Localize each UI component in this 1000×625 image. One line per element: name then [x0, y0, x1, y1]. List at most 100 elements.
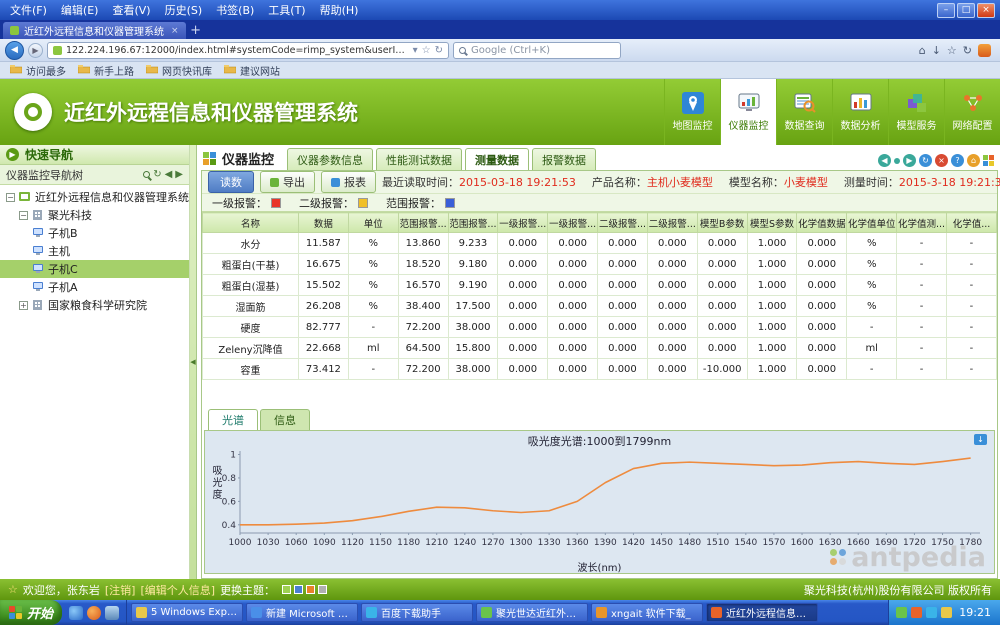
- maximize-button[interactable]: □: [957, 3, 975, 18]
- app-nav-model[interactable]: 模型服务: [888, 79, 944, 145]
- theme-swatch[interactable]: [282, 585, 291, 594]
- tab-instrument-params[interactable]: 仪器参数信息: [287, 148, 373, 170]
- task-button[interactable]: 近红外远程信息和...: [706, 603, 818, 622]
- tree-item[interactable]: 子机B: [0, 224, 189, 242]
- chart-tools-icon[interactable]: ↓: [974, 434, 987, 445]
- edit-profile-link[interactable]: [编辑个人信息]: [140, 582, 215, 598]
- export-button[interactable]: 导出: [260, 171, 315, 193]
- tab-alarm-data[interactable]: 报警数据: [532, 148, 596, 170]
- search-box[interactable]: Google (Ctrl+K): [453, 42, 621, 59]
- tree-item[interactable]: +国家粮食科学研究院: [0, 296, 189, 314]
- downloads-icon[interactable]: ↓: [932, 44, 941, 57]
- tray-icon[interactable]: [896, 607, 907, 618]
- portal-close-icon[interactable]: ×: [935, 154, 948, 167]
- table-row[interactable]: 粗蛋白(湿基)15.502%16.5709.1900.0000.0000.000…: [203, 275, 997, 296]
- new-tab-button[interactable]: +: [186, 22, 206, 39]
- tray-icon[interactable]: [926, 607, 937, 618]
- dropdown-icon[interactable]: ▾: [413, 45, 418, 56]
- tray-icon[interactable]: [941, 607, 952, 618]
- portal-refresh-icon[interactable]: ↻: [919, 154, 932, 167]
- menu-item[interactable]: 历史(S): [158, 2, 210, 18]
- reload-icon[interactable]: ↻: [435, 45, 443, 56]
- tree-item[interactable]: 主机: [0, 242, 189, 260]
- value-cell: -: [897, 296, 947, 317]
- portal-home-icon[interactable]: ⌂: [967, 154, 980, 167]
- task-button[interactable]: 聚光世达近红外分...: [476, 603, 588, 622]
- show-desktop-icon[interactable]: [105, 606, 119, 620]
- browser-tab[interactable]: 近红外远程信息和仪器管理系统 ×: [3, 22, 186, 39]
- bookmark-item[interactable]: 网页快讯库: [146, 63, 212, 78]
- task-button[interactable]: 5 Windows Explorer: [131, 603, 243, 622]
- task-button[interactable]: 新建 Microsoft W...: [246, 603, 358, 622]
- tree-search-icon[interactable]: [143, 171, 150, 178]
- menu-item[interactable]: 工具(T): [261, 2, 312, 18]
- tab-spectrum[interactable]: 光谱: [208, 409, 258, 430]
- tree-item[interactable]: −聚光科技: [0, 206, 189, 224]
- bookmark-star-icon[interactable]: ☆: [422, 45, 431, 56]
- level2-alarm-swatch: [358, 198, 368, 208]
- value-cell: 0.000: [548, 317, 598, 338]
- table-row[interactable]: 水分11.587%13.8609.2330.0000.0000.0000.000…: [203, 233, 997, 254]
- report-button[interactable]: 报表: [321, 171, 376, 193]
- theme-swatch[interactable]: [306, 585, 315, 594]
- home-icon[interactable]: ⌂: [919, 44, 926, 57]
- table-row[interactable]: 湿面筋26.208%38.40017.5000.0000.0000.0000.0…: [203, 296, 997, 317]
- task-button[interactable]: 百度下载助手: [361, 603, 473, 622]
- ie-icon[interactable]: [69, 606, 83, 620]
- menu-item[interactable]: 书签(B): [209, 2, 261, 18]
- theme-swatch[interactable]: [318, 585, 327, 594]
- logout-link[interactable]: [注销]: [105, 582, 136, 598]
- app-nav-query[interactable]: 数据查询: [776, 79, 832, 145]
- portal-help-icon[interactable]: ?: [951, 154, 964, 167]
- table-row[interactable]: 容重73.412-72.20038.0000.0000.0000.0000.00…: [203, 359, 997, 380]
- bookmark-item[interactable]: 访问最多: [10, 63, 66, 78]
- app-nav-map[interactable]: 地图监控: [664, 79, 720, 145]
- address-bar[interactable]: 122.224.196.67:12000/index.html#systemCo…: [47, 42, 449, 59]
- minimize-button[interactable]: –: [937, 3, 955, 18]
- tree-toggle-icon[interactable]: +: [19, 301, 28, 310]
- theme-label: 更换主题：: [220, 582, 275, 598]
- tree-item-label: 子机B: [48, 225, 78, 241]
- tab-info[interactable]: 信息: [260, 409, 310, 430]
- tree-next-icon[interactable]: ▶: [175, 169, 183, 180]
- tab-close-icon[interactable]: ×: [171, 26, 179, 36]
- start-button[interactable]: 开始: [0, 600, 62, 625]
- bookmark-item[interactable]: 新手上路: [78, 63, 134, 78]
- quick-nav-bar[interactable]: ▶ 快速导航: [0, 145, 189, 165]
- tree-item[interactable]: −近红外远程信息和仪器管理系统: [0, 188, 189, 206]
- back-button[interactable]: ◀: [5, 41, 24, 60]
- tree-prev-icon[interactable]: ◀: [165, 169, 173, 180]
- table-row[interactable]: 粗蛋白(干基)16.675%18.5209.1800.0000.0000.000…: [203, 254, 997, 275]
- tab-performance-test[interactable]: 性能测试数据: [376, 148, 462, 170]
- theme-swatch[interactable]: [294, 585, 303, 594]
- tab-measure-data[interactable]: 测量数据: [465, 148, 529, 170]
- browser-menu-icon[interactable]: [978, 44, 991, 57]
- table-row[interactable]: Zeleny沉降值22.668ml64.50015.8000.0000.0000…: [203, 338, 997, 359]
- history-icon[interactable]: ↻: [963, 44, 972, 57]
- forward-button[interactable]: ▶: [28, 43, 43, 58]
- portal-forward-icon[interactable]: ▶: [903, 154, 916, 167]
- table-row[interactable]: 硬度82.777-72.20038.0000.0000.0000.0000.00…: [203, 317, 997, 338]
- menu-item[interactable]: 查看(V): [105, 2, 157, 18]
- menu-item[interactable]: 文件(F): [3, 2, 54, 18]
- menu-item[interactable]: 编辑(E): [54, 2, 106, 18]
- task-button[interactable]: xngait 软件下载_: [591, 603, 703, 622]
- portal-grid-icon[interactable]: [983, 155, 994, 166]
- portal-back-icon[interactable]: ◀: [878, 154, 891, 167]
- read-button[interactable]: 读数: [208, 171, 254, 193]
- tree-item[interactable]: 子机C: [0, 260, 189, 278]
- app-nav-network[interactable]: 网络配置: [944, 79, 1000, 145]
- menu-item[interactable]: 帮助(H): [313, 2, 366, 18]
- tree-toggle-icon[interactable]: −: [19, 211, 28, 220]
- tree-refresh-icon[interactable]: ↻: [153, 169, 161, 180]
- close-button[interactable]: ×: [977, 3, 995, 18]
- app-nav-monitor[interactable]: 仪器监控: [720, 79, 776, 145]
- sidebar-collapse-handle[interactable]: ◀: [190, 145, 197, 579]
- tree-item[interactable]: 子机A: [0, 278, 189, 296]
- bookmarks-icon[interactable]: ☆: [947, 44, 957, 57]
- bookmark-item[interactable]: 建议网站: [224, 63, 280, 78]
- tray-icon[interactable]: [911, 607, 922, 618]
- tree-toggle-icon[interactable]: −: [6, 193, 15, 202]
- app-nav-analysis[interactable]: 数据分析: [832, 79, 888, 145]
- firefox-icon[interactable]: [87, 606, 101, 620]
